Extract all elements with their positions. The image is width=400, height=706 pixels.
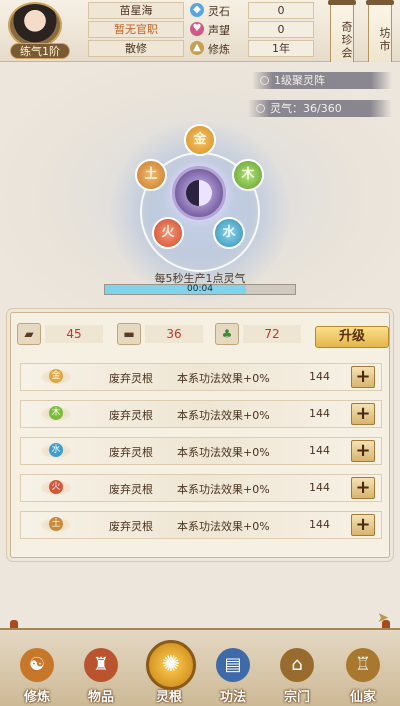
material-count: 45 [45,325,103,343]
root-effect: 本系功法效果+0% [177,520,270,533]
resource-label: 修炼 [208,43,230,56]
nav-label: 物品 [87,690,114,705]
nav-skills[interactable]: ▤ 功法 [206,648,260,706]
resource-value: 1年 [248,40,314,57]
bottom-navigation: ☯ 修炼 ♜ 物品 灵根 ▤ 功法 ⌂ 宗门 ♖ 仙家 [0,628,400,706]
yin-yang-icon[interactable] [172,166,226,220]
resource-label: 灵石 [208,5,230,18]
nav-immortal[interactable]: ♖ 仙家 [336,648,390,706]
root-row-water: 水 废弃灵根 本系功法效果+0% 144 + [20,437,382,465]
nav-label: 宗门 [283,690,310,705]
root-name: 废弃灵根 [109,483,153,496]
player-avatar[interactable] [8,2,62,48]
root-row-wood: 木 废弃灵根 本系功法效果+0% 144 + [20,400,382,428]
add-fire-root-button[interactable]: + [351,477,375,499]
reputation-icon: ♥ [190,22,204,36]
root-cost: 144 [309,370,330,383]
array-name-tag: 1级聚灵阵 [252,72,392,89]
resource-label: 声望 [208,24,230,37]
material-count: 72 [243,325,301,343]
wood-icon: ▬ [117,323,141,345]
spirit-stone-icon: ◆ [190,3,204,17]
array-name: 1级聚灵阵 [274,74,325,87]
realm-badge: 练气1阶 [10,43,70,59]
element-metal-icon[interactable]: 金 [184,124,216,156]
qi-icon [256,104,265,113]
nav-label: 仙家 [349,690,376,705]
spirit-root-panel: ▰ 45 ▬ 36 ♣ 72 升级 金 废弃灵根 本系功法效果+0% 144 +… [10,312,390,558]
resource-row-spirit-stone: ◆ 灵石 0 [190,2,318,19]
root-effect: 本系功法效果+0% [177,409,270,422]
resource-row-cultivation: ▲ 修炼 1年 [190,40,318,57]
element-fire-icon: 火 [49,480,63,494]
element-earth-icon: 土 [49,517,63,531]
bag-icon: ♜ [84,648,118,682]
book-icon: ▤ [216,648,250,682]
resource-value: 0 [248,21,314,38]
treasure-auction-button[interactable]: 奇珍会 [328,0,356,70]
root-name: 废弃灵根 [109,409,153,422]
top-status-bar: 练气1阶 苗星海 暂无官职 散修 ◆ 灵石 0 ♥ 声望 0 ▲ 修炼 1年 奇… [0,0,400,70]
root-cost: 144 [309,518,330,531]
herb-icon: ♣ [215,323,239,345]
nav-sect[interactable]: ⌂ 宗门 [270,648,324,706]
add-metal-root-button[interactable]: + [351,366,375,388]
production-progress-bar: 00:04 [104,284,296,295]
add-earth-root-button[interactable]: + [351,514,375,536]
meditating-figure-icon: ☯ [20,648,54,682]
progress-timer: 00:04 [187,284,213,294]
nav-items[interactable]: ♜ 物品 [74,648,128,706]
element-fire-icon[interactable]: 火 [152,217,184,249]
root-cost: 144 [309,407,330,420]
resource-row-reputation: ♥ 声望 0 [190,21,318,38]
element-wood-icon[interactable]: 木 [232,159,264,191]
element-metal-icon: 金 [49,369,63,383]
spirit-array-stage: 1级聚灵阵 灵气：36/360 金 木 土 火 水 每5秒生产1点灵气 00:0… [0,62,400,308]
root-cost: 144 [309,481,330,494]
player-name: 苗星海 [88,2,184,19]
root-effect: 本系功法效果+0% [177,372,270,385]
resource-value: 0 [248,2,314,19]
root-cost: 144 [309,444,330,457]
market-button[interactable]: 坊市 [366,0,394,70]
root-row-earth: 土 废弃灵根 本系功法效果+0% 144 + [20,511,382,539]
add-water-root-button[interactable]: + [351,440,375,462]
cultivation-icon: ▲ [190,41,204,55]
element-water-icon: 水 [49,443,63,457]
ore-icon: ▰ [17,323,41,345]
pagoda-icon: ♖ [346,648,380,682]
root-name: 废弃灵根 [109,372,153,385]
upgrade-button[interactable]: 升级 [315,326,389,348]
qi-tag: 灵气：36/360 [248,100,392,117]
triskelion-icon[interactable]: ✺ [146,640,196,690]
root-row-fire: 火 废弃灵根 本系功法效果+0% 144 + [20,474,382,502]
element-earth-icon[interactable]: 土 [135,159,167,191]
element-water-icon[interactable]: 水 [213,217,245,249]
material-count: 36 [145,325,203,343]
add-wood-root-button[interactable]: + [351,403,375,425]
root-effect: 本系功法效果+0% [177,446,270,459]
element-wood-icon: 木 [49,406,63,420]
player-title: 暂无官职 [88,21,184,38]
building-icon: ⌂ [280,648,314,682]
root-name: 废弃灵根 [109,446,153,459]
nav-cultivate[interactable]: ☯ 修炼 [10,648,64,706]
array-level-icon [260,76,269,85]
nav-label: 修炼 [23,690,50,705]
nav-label: 功法 [219,690,246,705]
root-effect: 本系功法效果+0% [177,483,270,496]
root-row-metal: 金 废弃灵根 本系功法效果+0% 144 + [20,363,382,391]
root-name: 废弃灵根 [109,520,153,533]
player-status: 散修 [88,40,184,57]
qi-amount: 灵气：36/360 [270,102,342,115]
